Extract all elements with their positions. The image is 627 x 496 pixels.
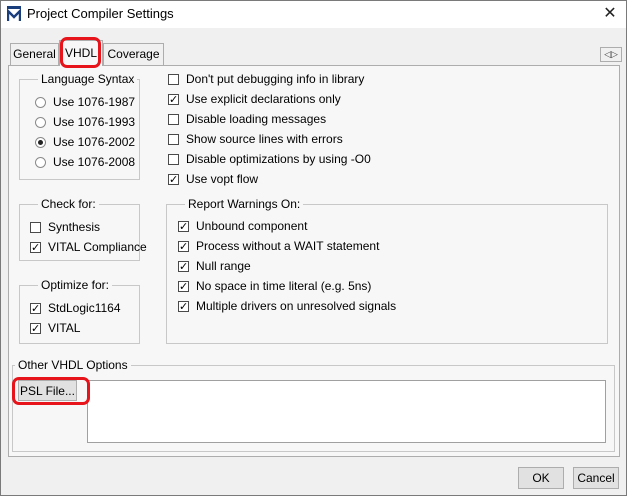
checkbox-checked[interactable]: ✓ [168,173,179,185]
checkbox-label: Use vopt flow [186,172,259,186]
check-for-title: Check for: [38,197,99,211]
radio-1076-2002[interactable]: Use 1076-2002 [35,135,135,149]
check-disable-optimizations[interactable]: Disable optimizations by using -O0 [168,152,371,166]
close-icon[interactable]: ✕ [596,3,624,25]
checkbox-checked[interactable]: ✓ [178,240,189,252]
radio-label: Use 1076-2008 [53,155,136,169]
dialog-window: Project Compiler Settings ✕ General VHDL… [0,0,627,496]
radio-1076-1987[interactable]: Use 1076-1987 [35,95,135,109]
tab-coverage[interactable]: Coverage [103,43,164,66]
cancel-button[interactable]: Cancel [573,467,619,489]
warn-null-range[interactable]: ✓ Null range [178,259,251,273]
checkbox-checked[interactable]: ✓ [178,280,189,292]
checkbox-checked[interactable]: ✓ [168,93,179,105]
checkbox-label: VITAL Compliance [48,240,147,254]
checkbox-label: Multiple drivers on unresolved signals [196,299,397,313]
check-no-debug-info[interactable]: Don't put debugging info in library [168,72,364,86]
window-title: Project Compiler Settings [27,6,174,21]
other-vhdl-options-title: Other VHDL Options [15,358,131,372]
radio-indicator-selected[interactable] [35,136,46,148]
optimize-for-title: Optimize for: [38,278,113,292]
warn-unbound-component[interactable]: ✓ Unbound component [178,219,307,233]
radio-indicator[interactable] [35,156,46,168]
tab-coverage-label: Coverage [107,47,160,61]
check-explicit-declarations[interactable]: ✓ Use explicit declarations only [168,92,341,106]
radio-indicator[interactable] [35,116,46,128]
checkbox-label: VITAL [48,321,81,335]
opt-vital[interactable]: ✓ VITAL [30,321,80,335]
checkbox-label: No space in time literal (e.g. 5ns) [196,279,372,293]
radio-label: Use 1076-1987 [53,95,136,109]
checkbox-label: Use explicit declarations only [186,92,341,106]
checkbox-label: Synthesis [48,220,101,234]
warn-multiple-drivers[interactable]: ✓ Multiple drivers on unresolved signals [178,299,396,313]
radio-label: Use 1076-1993 [53,115,136,129]
tab-vhdl-label: VHDL [64,46,97,60]
other-options-text-area[interactable] [87,380,606,443]
tab-scroll-arrows-icon[interactable]: ◁▷ [600,47,622,62]
check-show-source-lines[interactable]: Show source lines with errors [168,132,343,146]
checkbox-checked[interactable]: ✓ [30,322,41,334]
report-warnings-title: Report Warnings On: [185,197,304,211]
language-syntax-title: Language Syntax [38,72,138,86]
checkbox-label: StdLogic1164 [48,301,121,315]
tab-general-label: General [13,47,56,61]
check-disable-loading-messages[interactable]: Disable loading messages [168,112,326,126]
opt-stdlogic1164[interactable]: ✓ StdLogic1164 [30,301,121,315]
checkbox[interactable] [168,113,179,125]
checkbox-label: Process without a WAIT statement [196,239,380,253]
checkbox-label: Show source lines with errors [186,132,343,146]
radio-indicator[interactable] [35,96,46,108]
tab-vhdl[interactable]: VHDL [59,40,103,66]
warn-process-without-wait[interactable]: ✓ Process without a WAIT statement [178,239,379,253]
checkbox-checked[interactable]: ✓ [178,260,189,272]
checkbox[interactable] [168,73,179,85]
checkbox-label: Disable optimizations by using -O0 [186,152,371,166]
checkbox-checked[interactable]: ✓ [178,300,189,312]
ok-button[interactable]: OK [518,467,564,489]
warn-no-space-time-literal[interactable]: ✓ No space in time literal (e.g. 5ns) [178,279,371,293]
checkbox-checked[interactable]: ✓ [30,302,41,314]
checkbox-label: Disable loading messages [186,112,327,126]
checkbox[interactable] [168,133,179,145]
checkbox-checked[interactable]: ✓ [178,220,189,232]
title-bar: Project Compiler Settings ✕ [1,1,626,28]
check-vopt-flow[interactable]: ✓ Use vopt flow [168,172,258,186]
checkbox-label: Null range [196,259,251,273]
check-vital-compliance[interactable]: ✓ VITAL Compliance [30,240,147,254]
checkbox[interactable] [168,153,179,165]
psl-file-button[interactable]: PSL File... [18,380,77,401]
radio-1076-1993[interactable]: Use 1076-1993 [35,115,135,129]
radio-label: Use 1076-2002 [53,135,136,149]
checkbox-label: Don't put debugging info in library [186,72,365,86]
checkbox-checked[interactable]: ✓ [30,241,41,253]
checkbox[interactable] [30,221,41,233]
checkbox-label: Unbound component [196,219,308,233]
modelsim-app-icon [7,6,21,21]
tab-general[interactable]: General [10,43,59,66]
check-synthesis[interactable]: Synthesis [30,220,100,234]
radio-1076-2008[interactable]: Use 1076-2008 [35,155,135,169]
